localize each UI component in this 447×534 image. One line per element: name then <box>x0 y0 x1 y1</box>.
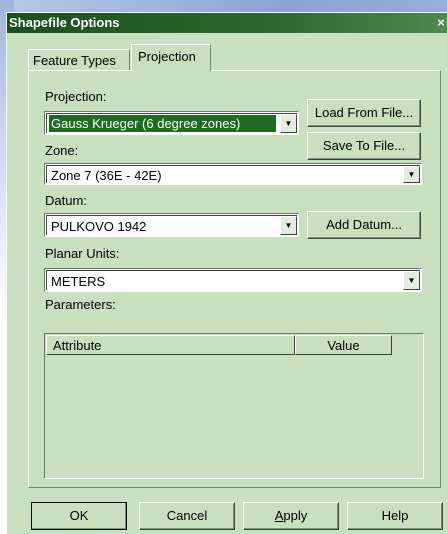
load-from-file-button[interactable]: Load From File... <box>307 99 421 127</box>
zone-select-value: Zone 7 (36E - 42E) <box>51 168 162 183</box>
ok-label: OK <box>69 508 89 523</box>
datum-label: Datum: <box>45 193 87 208</box>
tab-projection-label: Projection <box>138 49 196 64</box>
tab-projection[interactable]: Projection <box>131 44 211 71</box>
add-datum-button[interactable]: Add Datum... <box>307 211 421 239</box>
planar-units-select[interactable]: METERS ▼ <box>44 268 422 292</box>
planar-units-select-frame: METERS ▼ <box>46 270 420 290</box>
zone-label: Zone: <box>45 143 79 158</box>
cancel-label: Cancel <box>166 508 208 523</box>
chevron-down-icon[interactable]: ▼ <box>280 216 297 235</box>
shapefile-options-dialog: Shapefile Options × Feature Types Projec… <box>6 12 447 534</box>
chevron-down-icon[interactable]: ▼ <box>403 166 420 183</box>
chevron-down-icon[interactable]: ▼ <box>280 114 297 133</box>
zone-select-frame: Zone 7 (36E - 42E) ▼ <box>46 165 420 183</box>
cancel-button[interactable]: Cancel <box>139 502 235 530</box>
projection-select-frame: Gauss Krueger (6 degree zones) ▼ <box>46 113 297 133</box>
parameters-label: Parameters: <box>45 297 116 312</box>
planar-units-select-value: METERS <box>51 274 106 289</box>
load-from-file-label: Load From File... <box>314 105 414 120</box>
datum-select-value: PULKOVO 1942 <box>51 219 147 234</box>
apply-label: pply <box>283 508 308 523</box>
datum-select-frame: PULKOVO 1942 ▼ <box>46 215 297 235</box>
tab-feature-types[interactable]: Feature Types <box>28 49 130 70</box>
projection-select-value: Gauss Krueger (6 degree zones) <box>49 115 276 132</box>
window-title: Shapefile Options <box>9 15 120 30</box>
planar-units-label: Planar Units: <box>45 246 120 261</box>
save-to-file-button[interactable]: Save To File... <box>307 132 421 160</box>
title-bar[interactable]: Shapefile Options × <box>7 13 447 33</box>
column-header-value[interactable]: Value <box>295 335 392 355</box>
projection-select[interactable]: Gauss Krueger (6 degree zones) ▼ <box>44 111 299 135</box>
add-datum-label: Add Datum... <box>326 217 402 232</box>
datum-select[interactable]: PULKOVO 1942 ▼ <box>44 213 299 237</box>
close-icon[interactable]: × <box>434 15 447 31</box>
help-button[interactable]: Help <box>347 502 443 530</box>
ok-button[interactable]: OK <box>31 502 127 530</box>
tab-feature-types-label: Feature Types <box>33 53 116 68</box>
help-label: Help <box>381 508 409 523</box>
chevron-down-icon[interactable]: ▼ <box>403 271 420 290</box>
save-to-file-label: Save To File... <box>322 138 406 153</box>
apply-button[interactable]: Apply <box>243 502 339 530</box>
parameters-list[interactable]: Attribute Value <box>44 333 424 479</box>
zone-select[interactable]: Zone 7 (36E - 42E) ▼ <box>44 163 422 185</box>
column-header-attribute[interactable]: Attribute <box>46 335 295 355</box>
